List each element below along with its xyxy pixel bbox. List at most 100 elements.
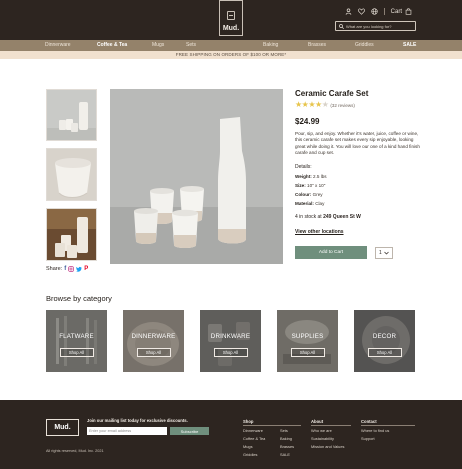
mug-logo-icon xyxy=(227,11,235,20)
globe-icon[interactable] xyxy=(371,8,378,15)
view-other-locations-link[interactable]: View other locations xyxy=(295,229,344,235)
category-title-supplies: SUPPLIES xyxy=(291,333,324,340)
rating-row[interactable]: ★★★★★ (32 reviews) xyxy=(295,101,420,109)
category-card-flatware[interactable]: FLATWARE Shop All xyxy=(46,310,107,372)
shopping-bag-icon xyxy=(405,8,412,15)
product-thumbnail-2-image xyxy=(47,149,96,200)
footer-link-sets[interactable]: Sets xyxy=(280,428,288,433)
nav-item-brasses[interactable]: Brasses xyxy=(308,42,326,48)
footer-link-griddles[interactable]: Griddles xyxy=(243,452,258,457)
mailing-list-label: Join our mailing list today for exclusiv… xyxy=(87,418,188,423)
product-thumbnail-3[interactable] xyxy=(46,208,97,261)
logo-text: Mud. xyxy=(222,25,240,32)
footer-link-coffee-tea[interactable]: Coffee & Tea xyxy=(243,436,265,441)
footer-link-baking[interactable]: Baking xyxy=(280,436,292,441)
detail-weight: Weight: 2.5 lbs xyxy=(295,174,420,179)
product-thumbnail-1-image xyxy=(47,90,96,140)
footer-heading-about: About xyxy=(311,419,324,424)
carafe-set-photo xyxy=(110,89,283,264)
add-to-cart-button[interactable]: Add to Cart xyxy=(295,246,367,259)
category-title-drinkware: DRINKWARE xyxy=(210,333,251,340)
footer-logo[interactable]: Mud. xyxy=(46,419,79,436)
star-filled-icon: ★ xyxy=(308,100,316,109)
pinterest-icon[interactable]: P xyxy=(84,266,88,272)
detail-material: Material: Clay xyxy=(295,201,420,206)
nav-item-mugs[interactable]: Mugs xyxy=(152,42,164,48)
category-title-decor: DECOR xyxy=(372,333,397,340)
drinkware-image xyxy=(200,310,261,372)
detail-size-value: 10" x 10" xyxy=(307,183,326,189)
detail-material-label: Material: xyxy=(295,201,314,207)
stock-status: 4 in stock at 249 Queen St W xyxy=(295,214,420,220)
footer-link-support[interactable]: Support xyxy=(361,436,375,441)
shop-all-drinkware-button[interactable]: Shop All xyxy=(213,348,248,357)
search-box[interactable] xyxy=(335,21,416,31)
cart-button[interactable]: Cart xyxy=(391,8,412,15)
detail-weight-value: 2.5 lbs xyxy=(313,174,327,180)
copyright-text: All rights reserved, Mud. Inc. 2021 xyxy=(46,449,104,453)
footer-link-dinnerware[interactable]: Dinnerware xyxy=(243,428,263,433)
category-card-decor[interactable]: DECOR Shop All xyxy=(354,310,415,372)
detail-colour-label: Colour: xyxy=(295,192,312,198)
top-header: Mud. Cart xyxy=(0,0,462,40)
product-info: Ceramic Carafe Set ★★★★★ (32 reviews) $2… xyxy=(295,89,420,238)
nav-item-coffee-tea[interactable]: Coffee & Tea xyxy=(97,42,127,48)
cart-label: Cart xyxy=(390,8,402,15)
shop-all-decor-button[interactable]: Shop All xyxy=(367,348,402,357)
nav-item-griddles[interactable]: Griddles xyxy=(355,42,374,48)
details-heading: Details: xyxy=(295,164,312,171)
review-count[interactable]: (32 reviews) xyxy=(330,103,355,108)
detail-weight-label: Weight: xyxy=(295,174,312,180)
detail-size-label: Size: xyxy=(295,183,306,189)
search-input[interactable] xyxy=(345,23,415,29)
star-empty-icon: ★ xyxy=(321,100,329,109)
nav-item-baking[interactable]: Baking xyxy=(263,42,278,48)
footer-link-mugs[interactable]: Mugs xyxy=(243,444,253,449)
category-card-dinnerware[interactable]: DINNERWARE Shop All xyxy=(123,310,184,372)
instagram-icon[interactable] xyxy=(68,266,74,272)
twitter-icon[interactable] xyxy=(76,266,82,272)
category-title-dinnerware: DINNERWARE xyxy=(131,333,176,340)
account-icon[interactable] xyxy=(345,8,352,15)
category-card-supplies[interactable]: SUPPLIES Shop All xyxy=(277,310,338,372)
footer-link-brasses[interactable]: Brasses xyxy=(280,444,294,449)
star-filled-icon: ★ xyxy=(315,100,322,109)
stock-location: 249 Queen St W xyxy=(323,214,361,221)
nav-item-dinnerware[interactable]: Dinnerware xyxy=(45,42,71,48)
product-thumbnail-3-image xyxy=(47,209,96,260)
detail-size: Size: 10" x 10" xyxy=(295,183,420,188)
category-card-drinkware[interactable]: DRINKWARE Shop All xyxy=(200,310,261,372)
quantity-select[interactable]: 1 xyxy=(375,246,393,259)
quantity-value: 1 xyxy=(379,249,382,256)
footer-link-where-to-find-us[interactable]: Where to find us xyxy=(361,428,389,433)
shop-all-dinnerware-button[interactable]: Shop All xyxy=(136,348,171,357)
subscribe-button[interactable]: Subscribe xyxy=(170,427,209,435)
supplies-image xyxy=(277,310,338,372)
browse-category-heading: Browse by category xyxy=(46,294,112,303)
search-icon[interactable] xyxy=(339,23,344,29)
promo-banner: FREE SHIPPING ON ORDERS OF $100 OR MORE* xyxy=(0,51,462,59)
nav-item-sale[interactable]: SALE xyxy=(403,42,416,48)
detail-colour-value: Grey xyxy=(312,192,323,198)
site-footer: Mud. Join our mailing list today for exc… xyxy=(0,400,462,469)
footer-heading-shop: Shop xyxy=(243,419,254,424)
footer-link-sale[interactable]: SALE xyxy=(280,452,290,457)
product-main-image[interactable] xyxy=(110,89,283,264)
site-logo[interactable]: Mud. xyxy=(219,0,243,36)
product-thumbnail-2[interactable] xyxy=(46,148,97,201)
footer-link-sustainability[interactable]: Sustainability xyxy=(311,436,334,441)
shop-all-supplies-button[interactable]: Shop All xyxy=(290,348,325,357)
chevron-down-icon xyxy=(384,251,389,254)
nav-item-sets[interactable]: Sets xyxy=(186,42,196,48)
facebook-icon[interactable]: f xyxy=(64,266,66,272)
footer-divider-shop xyxy=(243,425,301,426)
email-field[interactable] xyxy=(87,427,167,435)
wishlist-heart-icon[interactable] xyxy=(357,8,365,15)
product-thumbnail-1[interactable] xyxy=(46,89,97,141)
footer-link-mission-values[interactable]: Mission and Values xyxy=(311,444,344,449)
star-filled-icon: ★ xyxy=(295,100,302,109)
shop-all-flatware-button[interactable]: Shop All xyxy=(59,348,94,357)
detail-material-value: Clay xyxy=(315,201,325,207)
header-divider xyxy=(383,8,385,15)
footer-link-who-we-are[interactable]: Who we are xyxy=(311,428,332,433)
